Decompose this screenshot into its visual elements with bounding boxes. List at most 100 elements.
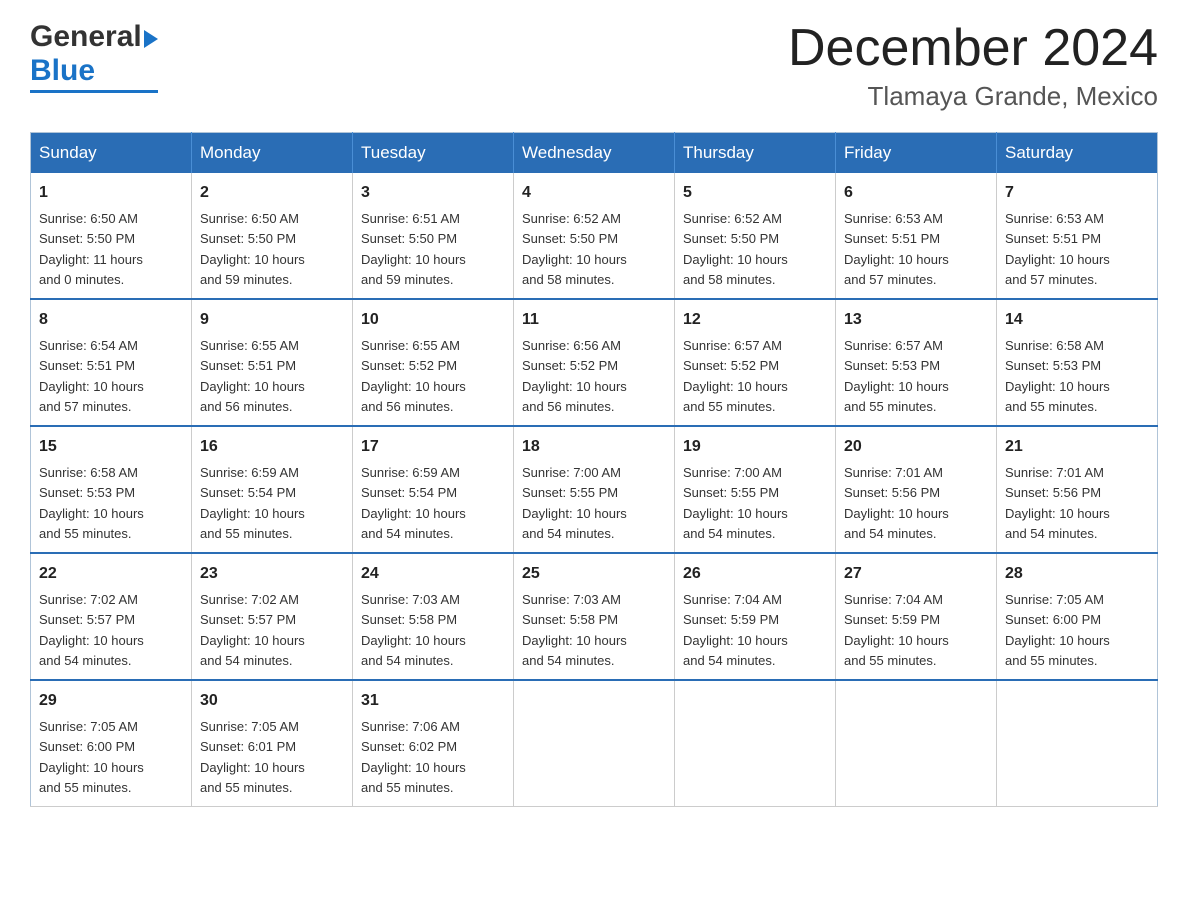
day-info: Sunrise: 7:00 AMSunset: 5:55 PMDaylight:… xyxy=(522,465,627,541)
day-number: 27 xyxy=(844,562,988,586)
day-info: Sunrise: 6:58 AMSunset: 5:53 PMDaylight:… xyxy=(39,465,144,541)
logo-blue-text: Blue xyxy=(30,54,158,88)
day-info: Sunrise: 7:02 AMSunset: 5:57 PMDaylight:… xyxy=(39,592,144,668)
calendar-cell-w4-d3: 25 Sunrise: 7:03 AMSunset: 5:58 PMDaylig… xyxy=(514,553,675,680)
calendar-cell-w4-d5: 27 Sunrise: 7:04 AMSunset: 5:59 PMDaylig… xyxy=(836,553,997,680)
day-number: 11 xyxy=(522,308,666,332)
calendar-header-row: Sunday Monday Tuesday Wednesday Thursday… xyxy=(31,133,1158,174)
day-number: 1 xyxy=(39,181,183,205)
calendar-cell-w4-d4: 26 Sunrise: 7:04 AMSunset: 5:59 PMDaylig… xyxy=(675,553,836,680)
calendar-cell-w5-d5 xyxy=(836,680,997,807)
calendar-week-2: 8 Sunrise: 6:54 AMSunset: 5:51 PMDayligh… xyxy=(31,299,1158,426)
day-number: 8 xyxy=(39,308,183,332)
day-number: 24 xyxy=(361,562,505,586)
day-info: Sunrise: 7:02 AMSunset: 5:57 PMDaylight:… xyxy=(200,592,305,668)
day-info: Sunrise: 6:50 AMSunset: 5:50 PMDaylight:… xyxy=(200,211,305,287)
calendar-cell-w1-d6: 7 Sunrise: 6:53 AMSunset: 5:51 PMDayligh… xyxy=(997,173,1158,299)
day-number: 22 xyxy=(39,562,183,586)
logo-arrow-icon xyxy=(144,30,158,48)
day-info: Sunrise: 6:51 AMSunset: 5:50 PMDaylight:… xyxy=(361,211,466,287)
logo: General Blue xyxy=(30,20,158,93)
calendar-cell-w2-d2: 10 Sunrise: 6:55 AMSunset: 5:52 PMDaylig… xyxy=(353,299,514,426)
day-number: 9 xyxy=(200,308,344,332)
day-info: Sunrise: 7:04 AMSunset: 5:59 PMDaylight:… xyxy=(844,592,949,668)
day-number: 2 xyxy=(200,181,344,205)
calendar-cell-w1-d2: 3 Sunrise: 6:51 AMSunset: 5:50 PMDayligh… xyxy=(353,173,514,299)
calendar-cell-w1-d3: 4 Sunrise: 6:52 AMSunset: 5:50 PMDayligh… xyxy=(514,173,675,299)
calendar-week-3: 15 Sunrise: 6:58 AMSunset: 5:53 PMDaylig… xyxy=(31,426,1158,553)
col-friday: Friday xyxy=(836,133,997,174)
day-info: Sunrise: 7:04 AMSunset: 5:59 PMDaylight:… xyxy=(683,592,788,668)
logo-separator xyxy=(30,90,158,93)
page-header: General Blue December 2024 Tlamaya Grand… xyxy=(30,20,1158,112)
logo-general-text: General xyxy=(30,20,142,54)
day-info: Sunrise: 6:59 AMSunset: 5:54 PMDaylight:… xyxy=(361,465,466,541)
day-info: Sunrise: 6:55 AMSunset: 5:51 PMDaylight:… xyxy=(200,338,305,414)
calendar-cell-w3-d0: 15 Sunrise: 6:58 AMSunset: 5:53 PMDaylig… xyxy=(31,426,192,553)
day-number: 18 xyxy=(522,435,666,459)
calendar-cell-w5-d0: 29 Sunrise: 7:05 AMSunset: 6:00 PMDaylig… xyxy=(31,680,192,807)
col-sunday: Sunday xyxy=(31,133,192,174)
day-number: 12 xyxy=(683,308,827,332)
day-info: Sunrise: 6:52 AMSunset: 5:50 PMDaylight:… xyxy=(683,211,788,287)
day-info: Sunrise: 7:05 AMSunset: 6:00 PMDaylight:… xyxy=(39,719,144,795)
calendar-cell-w3-d6: 21 Sunrise: 7:01 AMSunset: 5:56 PMDaylig… xyxy=(997,426,1158,553)
col-thursday: Thursday xyxy=(675,133,836,174)
calendar-cell-w4-d1: 23 Sunrise: 7:02 AMSunset: 5:57 PMDaylig… xyxy=(192,553,353,680)
day-number: 31 xyxy=(361,689,505,713)
day-number: 17 xyxy=(361,435,505,459)
day-info: Sunrise: 6:57 AMSunset: 5:52 PMDaylight:… xyxy=(683,338,788,414)
calendar-week-4: 22 Sunrise: 7:02 AMSunset: 5:57 PMDaylig… xyxy=(31,553,1158,680)
calendar-cell-w5-d3 xyxy=(514,680,675,807)
day-info: Sunrise: 6:50 AMSunset: 5:50 PMDaylight:… xyxy=(39,211,143,287)
calendar-cell-w3-d5: 20 Sunrise: 7:01 AMSunset: 5:56 PMDaylig… xyxy=(836,426,997,553)
day-info: Sunrise: 7:05 AMSunset: 6:01 PMDaylight:… xyxy=(200,719,305,795)
col-monday: Monday xyxy=(192,133,353,174)
day-number: 13 xyxy=(844,308,988,332)
calendar-cell-w1-d4: 5 Sunrise: 6:52 AMSunset: 5:50 PMDayligh… xyxy=(675,173,836,299)
calendar-cell-w4-d6: 28 Sunrise: 7:05 AMSunset: 6:00 PMDaylig… xyxy=(997,553,1158,680)
day-number: 20 xyxy=(844,435,988,459)
day-number: 10 xyxy=(361,308,505,332)
day-number: 6 xyxy=(844,181,988,205)
day-number: 30 xyxy=(200,689,344,713)
day-info: Sunrise: 7:01 AMSunset: 5:56 PMDaylight:… xyxy=(1005,465,1110,541)
day-info: Sunrise: 7:05 AMSunset: 6:00 PMDaylight:… xyxy=(1005,592,1110,668)
day-info: Sunrise: 6:58 AMSunset: 5:53 PMDaylight:… xyxy=(1005,338,1110,414)
day-number: 19 xyxy=(683,435,827,459)
day-number: 26 xyxy=(683,562,827,586)
day-number: 23 xyxy=(200,562,344,586)
calendar-cell-w2-d1: 9 Sunrise: 6:55 AMSunset: 5:51 PMDayligh… xyxy=(192,299,353,426)
day-info: Sunrise: 6:57 AMSunset: 5:53 PMDaylight:… xyxy=(844,338,949,414)
day-info: Sunrise: 7:01 AMSunset: 5:56 PMDaylight:… xyxy=(844,465,949,541)
calendar-subtitle: Tlamaya Grande, Mexico xyxy=(788,81,1158,112)
col-tuesday: Tuesday xyxy=(353,133,514,174)
day-number: 4 xyxy=(522,181,666,205)
day-number: 15 xyxy=(39,435,183,459)
day-number: 7 xyxy=(1005,181,1149,205)
day-info: Sunrise: 6:52 AMSunset: 5:50 PMDaylight:… xyxy=(522,211,627,287)
day-info: Sunrise: 6:53 AMSunset: 5:51 PMDaylight:… xyxy=(1005,211,1110,287)
day-info: Sunrise: 7:03 AMSunset: 5:58 PMDaylight:… xyxy=(522,592,627,668)
calendar-cell-w4-d2: 24 Sunrise: 7:03 AMSunset: 5:58 PMDaylig… xyxy=(353,553,514,680)
calendar-cell-w3-d2: 17 Sunrise: 6:59 AMSunset: 5:54 PMDaylig… xyxy=(353,426,514,553)
calendar-cell-w4-d0: 22 Sunrise: 7:02 AMSunset: 5:57 PMDaylig… xyxy=(31,553,192,680)
day-info: Sunrise: 6:56 AMSunset: 5:52 PMDaylight:… xyxy=(522,338,627,414)
day-info: Sunrise: 6:54 AMSunset: 5:51 PMDaylight:… xyxy=(39,338,144,414)
calendar-cell-w2-d4: 12 Sunrise: 6:57 AMSunset: 5:52 PMDaylig… xyxy=(675,299,836,426)
day-number: 3 xyxy=(361,181,505,205)
calendar-cell-w5-d4 xyxy=(675,680,836,807)
calendar-title: December 2024 xyxy=(788,20,1158,77)
calendar-cell-w3-d3: 18 Sunrise: 7:00 AMSunset: 5:55 PMDaylig… xyxy=(514,426,675,553)
col-saturday: Saturday xyxy=(997,133,1158,174)
calendar-cell-w3-d4: 19 Sunrise: 7:00 AMSunset: 5:55 PMDaylig… xyxy=(675,426,836,553)
calendar-week-5: 29 Sunrise: 7:05 AMSunset: 6:00 PMDaylig… xyxy=(31,680,1158,807)
logo-line1: General xyxy=(30,20,158,54)
day-number: 16 xyxy=(200,435,344,459)
calendar-cell-w3-d1: 16 Sunrise: 6:59 AMSunset: 5:54 PMDaylig… xyxy=(192,426,353,553)
calendar-cell-w2-d3: 11 Sunrise: 6:56 AMSunset: 5:52 PMDaylig… xyxy=(514,299,675,426)
calendar-cell-w1-d0: 1 Sunrise: 6:50 AMSunset: 5:50 PMDayligh… xyxy=(31,173,192,299)
title-block: December 2024 Tlamaya Grande, Mexico xyxy=(788,20,1158,112)
calendar-cell-w1-d1: 2 Sunrise: 6:50 AMSunset: 5:50 PMDayligh… xyxy=(192,173,353,299)
day-info: Sunrise: 7:03 AMSunset: 5:58 PMDaylight:… xyxy=(361,592,466,668)
